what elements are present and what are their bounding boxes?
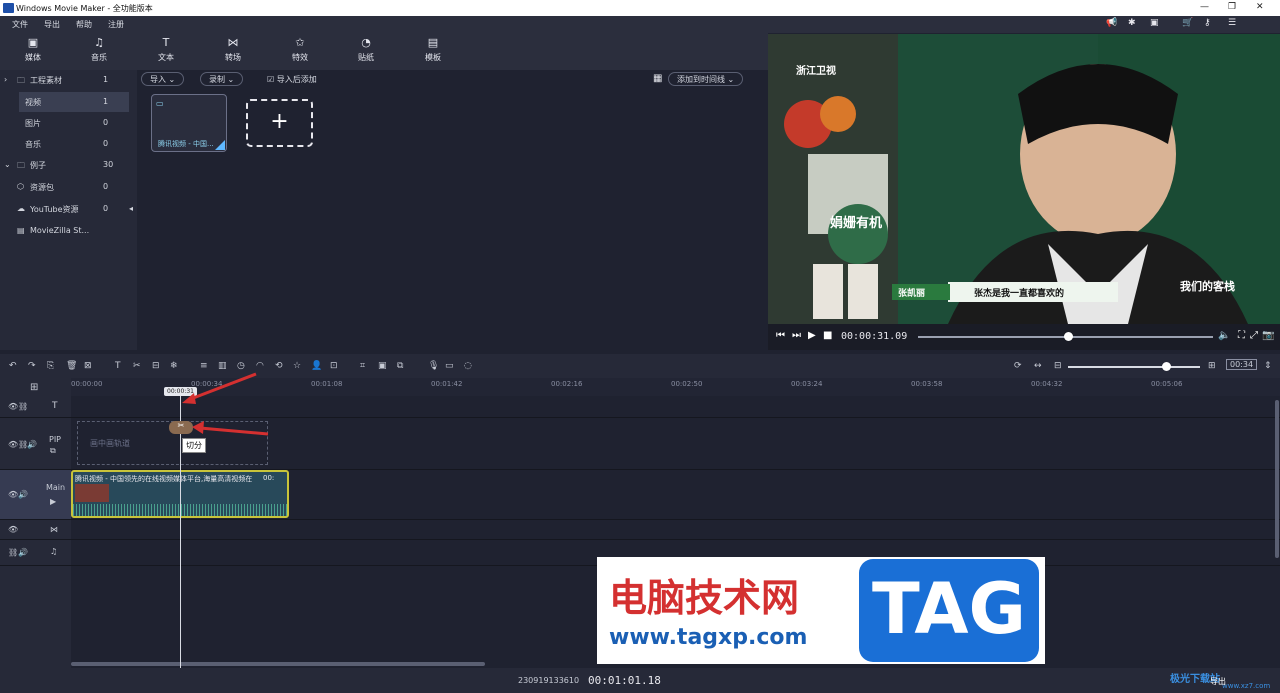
- total-time: 00:01:01.18: [588, 674, 661, 687]
- watermark-title: 电脑技术网: [609, 575, 800, 620]
- watermark-corner-url: www.xz7.com: [1222, 682, 1271, 690]
- export-button[interactable]: 导出: [1210, 676, 1226, 687]
- project-id: 230919133610: [518, 676, 580, 685]
- watermark-url: www.tagxp.com: [609, 625, 808, 650]
- watermark-tag-badge: TAG: [859, 559, 1039, 662]
- status-bar: 230919133610 00:01:01.18 极光下载站 www.xz7.c…: [0, 668, 1280, 693]
- watermark-banner: 电脑技术网 www.tagxp.com TAG: [597, 557, 1045, 664]
